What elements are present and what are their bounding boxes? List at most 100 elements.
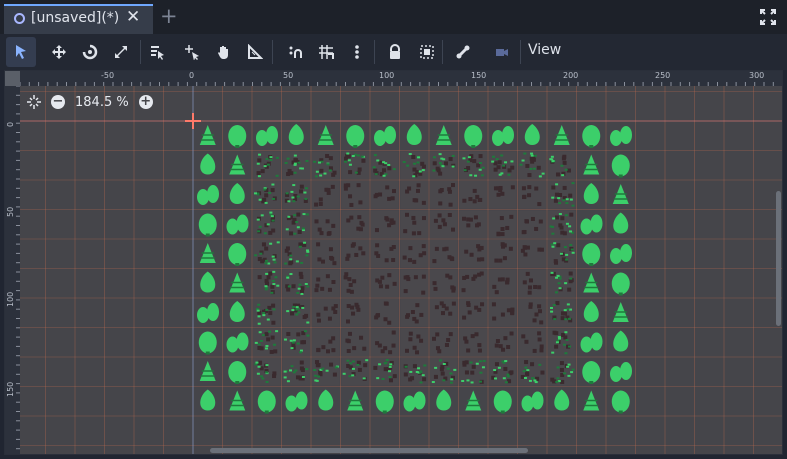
toolbar-separator xyxy=(442,40,443,64)
tile-grass xyxy=(282,358,310,386)
ruler-label: 0 xyxy=(6,121,15,127)
skeleton-button[interactable] xyxy=(448,37,478,67)
tile-grass xyxy=(548,151,576,179)
select-mode-icon xyxy=(16,45,26,59)
pan-mode-icon xyxy=(218,46,228,59)
zoom-level[interactable]: 184.5 % xyxy=(75,95,129,110)
tile-dirt xyxy=(400,210,428,238)
distraction-free-icon[interactable] xyxy=(760,9,776,25)
tile-dirt xyxy=(371,269,399,297)
horizontal-scrollbar[interactable] xyxy=(210,448,528,453)
tile-grass xyxy=(253,151,281,179)
tile-grass xyxy=(371,151,399,179)
zoom-in-button[interactable]: + xyxy=(138,95,153,109)
snap-options-button[interactable] xyxy=(342,37,372,67)
tile-dirt xyxy=(341,269,369,297)
ruler-ticks xyxy=(16,85,20,450)
tile-dirt xyxy=(518,269,546,297)
vertical-scrollbar[interactable] xyxy=(776,191,781,326)
camera-override-icon xyxy=(496,49,508,56)
scale-mode-button[interactable] xyxy=(106,37,136,67)
snap-options-icon xyxy=(355,45,359,59)
zoom-out-button[interactable]: − xyxy=(51,95,65,109)
camera-override-button[interactable] xyxy=(487,37,517,67)
tile-dirt xyxy=(371,240,399,268)
group-button[interactable] xyxy=(412,37,442,67)
horizontal-ruler: -50 0 50 100 150 200 250 300 xyxy=(5,71,782,86)
ruler-mode-button[interactable] xyxy=(240,37,270,67)
grid-snap-button[interactable] xyxy=(311,37,341,67)
tile-grass xyxy=(253,328,281,356)
tile-grass xyxy=(548,299,576,327)
close-tab-icon[interactable]: ✕ xyxy=(126,7,140,27)
lock-button[interactable] xyxy=(380,37,410,67)
tile-dirt xyxy=(312,269,340,297)
tile-dirt xyxy=(518,181,546,209)
pivot-mode-button[interactable] xyxy=(177,37,207,67)
scene-tab[interactable]: [unsaved](*) ✕ xyxy=(4,4,153,34)
tile-dirt xyxy=(489,328,517,356)
tile-dirt xyxy=(371,328,399,356)
tile-dirt xyxy=(400,269,428,297)
tile-dirt xyxy=(489,269,517,297)
move-mode-button[interactable] xyxy=(44,37,74,67)
smart-snap-icon xyxy=(289,46,302,58)
tile-grass xyxy=(253,299,281,327)
ruler-label: 150 xyxy=(6,381,15,397)
pivot-mode-icon xyxy=(185,45,199,60)
tile-grass xyxy=(282,299,310,327)
tile-dirt xyxy=(459,269,487,297)
tile-grass xyxy=(400,358,428,386)
tile-dirt xyxy=(489,181,517,209)
select-mode-button[interactable] xyxy=(6,37,36,67)
tile-grass xyxy=(253,210,281,238)
tile-dirt xyxy=(489,210,517,238)
tile-grass xyxy=(341,151,369,179)
tile-grass xyxy=(282,269,310,297)
rotate-mode-button[interactable] xyxy=(75,37,105,67)
list-select-button[interactable] xyxy=(142,37,172,67)
ruler-label: 300 xyxy=(749,71,765,80)
tile-dirt xyxy=(430,299,458,327)
tile-dirt xyxy=(341,240,369,268)
tile-grass xyxy=(253,269,281,297)
tile-grass xyxy=(341,358,369,386)
smart-snap-button[interactable] xyxy=(280,37,310,67)
tile-grass xyxy=(518,358,546,386)
add-tab-button[interactable]: + xyxy=(160,5,178,27)
tile-dirt xyxy=(430,210,458,238)
canvas-viewport[interactable]: -50 0 50 100 150 200 250 300 0 50 100 150 − 184.5 … xyxy=(4,70,783,455)
tile-dirt xyxy=(371,210,399,238)
tile-dirt xyxy=(312,210,340,238)
tile-dirt xyxy=(400,299,428,327)
tile-grass xyxy=(253,240,281,268)
tile-dirt xyxy=(459,299,487,327)
tile-dirt xyxy=(518,299,546,327)
tile-grass xyxy=(400,151,428,179)
ruler-label: 0 xyxy=(189,71,195,80)
zoom-reset-icon[interactable] xyxy=(27,95,41,109)
pan-mode-button[interactable] xyxy=(209,37,239,67)
ruler-label: 250 xyxy=(655,71,671,80)
tile-grass xyxy=(459,358,487,386)
tile-dirt xyxy=(489,240,517,268)
node-circle-icon xyxy=(14,13,25,24)
vertical-ruler: 0 50 100 150 xyxy=(5,71,20,454)
tile-grass xyxy=(489,358,517,386)
tile-dirt xyxy=(312,240,340,268)
tilemap[interactable] xyxy=(5,71,783,455)
tile-grass xyxy=(282,151,310,179)
ruler-label: 150 xyxy=(471,71,487,80)
view-menu[interactable]: View xyxy=(528,42,561,58)
tile-dirt xyxy=(341,210,369,238)
tile-grass xyxy=(253,358,281,386)
tile-grass xyxy=(430,358,458,386)
tile-grass xyxy=(282,210,310,238)
tile-dirt xyxy=(459,328,487,356)
ruler-mode-icon xyxy=(248,44,263,59)
tile-dirt xyxy=(459,210,487,238)
ruler-label: -50 xyxy=(101,71,115,80)
tile-dirt xyxy=(341,328,369,356)
tile-grass xyxy=(371,358,399,386)
rotate-mode-icon xyxy=(82,44,98,60)
